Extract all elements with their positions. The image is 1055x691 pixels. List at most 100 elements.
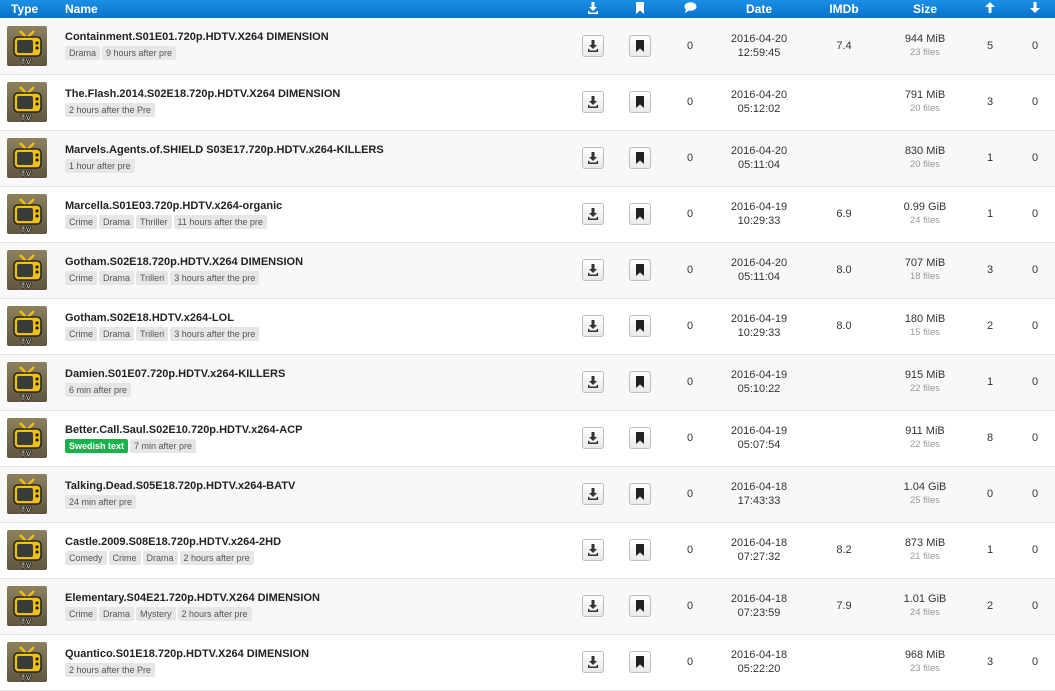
download-button[interactable] — [581, 539, 604, 561]
tv-category-icon[interactable]: TV — [7, 25, 47, 66]
download-button[interactable] — [581, 595, 604, 617]
download-button[interactable] — [581, 34, 604, 57]
torrent-name-link[interactable]: Marcella.S01E03.720p.HDTV.x264-organic — [53, 200, 570, 212]
column-seeders[interactable] — [965, 0, 1015, 18]
file-count[interactable]: 21 files — [885, 550, 965, 564]
torrent-name-link[interactable]: Quantico.S01E18.720p.HDTV.X264 DIMENSION — [53, 648, 570, 660]
tv-category-icon[interactable]: TV — [7, 138, 47, 178]
tv-category-icon[interactable]: TV — [7, 362, 47, 402]
size-cell: 791 MiB 20 files — [885, 74, 965, 130]
table-row[interactable]: TV Containment.S01E01.720p.HDTV.X264 DIM… — [0, 18, 1055, 74]
bookmark-button[interactable] — [629, 315, 651, 337]
download-button[interactable] — [581, 315, 604, 337]
download-button[interactable] — [581, 483, 604, 505]
bookmark-button[interactable] — [629, 203, 651, 225]
imdb-rating — [803, 466, 885, 522]
date-value: 2016-04-18 — [730, 649, 788, 661]
download-button[interactable] — [581, 651, 604, 673]
column-type[interactable]: Type — [0, 0, 53, 18]
torrent-name-link[interactable]: Talking.Dead.S05E18.720p.HDTV.x264-BATV — [53, 480, 570, 492]
tag: 9 hours after pre — [102, 46, 177, 61]
table-row[interactable]: TV Marvels.Agents.of.SHIELD S03E17.720p.… — [0, 130, 1055, 186]
date-cell: 2016-04-18 07:23:59 — [715, 578, 803, 634]
bookmark-cell — [615, 634, 665, 690]
tv-category-icon[interactable]: TV — [7, 194, 47, 234]
size-cell: 873 MiB 21 files — [885, 522, 965, 578]
bookmark-button[interactable] — [629, 595, 651, 617]
column-leechers[interactable] — [1015, 0, 1055, 18]
download-button[interactable] — [581, 371, 604, 393]
imdb-rating: 7.4 — [836, 39, 852, 52]
table-row[interactable]: TV Talking.Dead.S05E18.720p.HDTV.x264-BA… — [0, 466, 1055, 522]
file-count[interactable]: 20 files — [885, 158, 965, 172]
torrent-name-link[interactable]: Marvels.Agents.of.SHIELD S03E17.720p.HDT… — [53, 144, 570, 156]
column-imdb[interactable]: IMDb — [803, 0, 885, 18]
table-row[interactable]: TV Quantico.S01E18.720p.HDTV.X264 DIMENS… — [0, 634, 1055, 690]
download-button[interactable] — [581, 203, 604, 225]
date-value: 2016-04-18 — [730, 537, 788, 549]
column-size[interactable]: Size — [885, 0, 965, 18]
torrent-name-link[interactable]: Damien.S01E07.720p.HDTV.x264-KILLERS — [53, 368, 570, 380]
tv-category-icon[interactable]: TV — [7, 642, 47, 682]
file-count[interactable]: 23 files — [885, 46, 965, 60]
bookmark-button[interactable] — [629, 539, 651, 561]
time-value: 17:43:33 — [737, 495, 781, 507]
table-row[interactable]: TV Gotham.S02E18.HDTV.x264-LOL Crime Dram… — [0, 298, 1055, 354]
bookmark-button[interactable] — [629, 34, 651, 57]
bookmark-button[interactable] — [629, 147, 651, 169]
bookmark-button[interactable] — [629, 91, 651, 113]
table-row[interactable]: TV Damien.S01E07.720p.HDTV.x264-KILLERS … — [0, 354, 1055, 410]
download-button[interactable] — [581, 259, 604, 281]
tv-category-icon[interactable]: TV — [7, 474, 47, 514]
torrent-name-link[interactable]: Better.Call.Saul.S02E10.720p.HDTV.x264-A… — [53, 424, 570, 436]
download-button[interactable] — [581, 91, 604, 113]
file-count[interactable]: 23 files — [885, 662, 965, 676]
torrent-name-link[interactable]: Castle.2009.S08E18.720p.HDTV.x264-2HD — [53, 536, 570, 548]
table-row[interactable]: TV The.Flash.2014.S02E18.720p.HDTV.X264 … — [0, 74, 1055, 130]
name-cell: Castle.2009.S08E18.720p.HDTV.x264-2HD Co… — [53, 522, 570, 578]
bookmark-button[interactable] — [629, 371, 651, 393]
torrent-name-link[interactable]: Containment.S01E01.720p.HDTV.X264 DIMENS… — [53, 31, 570, 43]
bookmark-button[interactable] — [629, 483, 651, 505]
torrent-name-link[interactable]: Gotham.S02E18.720p.HDTV.X264 DIMENSION — [53, 256, 570, 268]
download-button[interactable] — [581, 147, 604, 169]
bookmark-cell — [615, 410, 665, 466]
tv-category-icon[interactable]: TV — [7, 418, 47, 458]
tv-category-icon[interactable]: TV — [7, 82, 47, 122]
bookmark-button[interactable] — [629, 427, 651, 449]
column-name[interactable]: Name — [53, 0, 570, 18]
file-count[interactable]: 22 files — [885, 382, 965, 396]
download-button[interactable] — [581, 427, 604, 449]
tag: Drama — [99, 326, 135, 341]
leechers-count: 0 — [1031, 600, 1039, 612]
file-count[interactable]: 22 files — [885, 438, 965, 452]
leechers-count: 0 — [1031, 320, 1039, 332]
type-cell: TV — [0, 578, 53, 634]
tag: Drama — [65, 46, 101, 61]
tv-category-icon[interactable]: TV — [7, 306, 47, 346]
file-count[interactable]: 24 files — [885, 214, 965, 228]
torrent-name-link[interactable]: Elementary.S04E21.720p.HDTV.X264 DIMENSI… — [53, 592, 570, 604]
table-row[interactable]: TV Elementary.S04E21.720p.HDTV.X264 DIME… — [0, 578, 1055, 634]
file-count[interactable]: 15 files — [885, 326, 965, 340]
table-row[interactable]: TV Gotham.S02E18.720p.HDTV.X264 DIMENSIO… — [0, 242, 1055, 298]
torrent-name-link[interactable]: Gotham.S02E18.HDTV.x264-LOL — [53, 312, 570, 324]
tv-category-icon[interactable]: TV — [7, 250, 47, 290]
file-count[interactable]: 25 files — [885, 494, 965, 508]
torrent-name-link[interactable]: The.Flash.2014.S02E18.720p.HDTV.X264 DIM… — [53, 88, 570, 100]
file-count[interactable]: 24 files — [885, 606, 965, 620]
table-row[interactable]: TV Better.Call.Saul.S02E10.720p.HDTV.x26… — [0, 410, 1055, 466]
table-row[interactable]: TV Marcella.S01E03.720p.HDTV.x264-organi… — [0, 186, 1055, 242]
svg-text:TV: TV — [21, 450, 32, 459]
column-comments[interactable] — [665, 0, 715, 18]
tag: 7 min after pre — [130, 438, 197, 453]
column-date[interactable]: Date — [715, 0, 803, 18]
file-count[interactable]: 20 files — [885, 102, 965, 116]
bookmark-button[interactable] — [629, 259, 651, 281]
tag: 24 min after pre — [65, 494, 137, 509]
table-row[interactable]: TV Castle.2009.S08E18.720p.HDTV.x264-2HD… — [0, 522, 1055, 578]
tv-category-icon[interactable]: TV — [7, 530, 47, 570]
tv-category-icon[interactable]: TV — [7, 586, 47, 626]
bookmark-button[interactable] — [629, 651, 651, 673]
file-count[interactable]: 18 files — [885, 270, 965, 284]
